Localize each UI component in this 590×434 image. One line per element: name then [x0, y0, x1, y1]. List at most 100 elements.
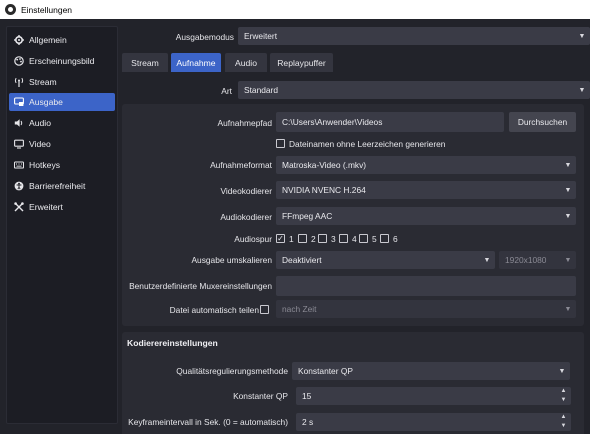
chevron-down-icon: ▼ — [558, 367, 566, 375]
audio-track-3-label: 3 — [331, 234, 336, 244]
tab-aufnahme[interactable]: Aufnahme — [171, 53, 221, 72]
chevron-down-icon[interactable]: ▼ — [561, 397, 567, 404]
sidebar-item-label: Audio — [29, 118, 51, 128]
sidebar-item-barrierefreiheit[interactable]: Barrierefreiheit — [9, 177, 115, 195]
muxer-settings-label: Benutzerdefinierte Muxereinstellungen — [129, 281, 272, 291]
recording-path-label: Aufnahmepfad — [217, 118, 272, 128]
rescale-resolution-value: 1920x1080 — [505, 255, 547, 265]
chevron-down-icon: ▼ — [564, 212, 572, 220]
audio-track-1-checkbox[interactable] — [276, 234, 285, 243]
type-value: Standard — [244, 85, 278, 95]
obs-logo-icon — [5, 4, 16, 15]
rate-control-value: Konstanter QP — [298, 366, 353, 376]
rescale-resolution-dropdown[interactable]: 1920x1080 ▼ — [499, 251, 576, 269]
sidebar-item-label: Ausgabe — [29, 97, 63, 107]
rescale-dropdown[interactable]: Deaktiviert ▼ — [276, 251, 495, 269]
chevron-down-icon: ▼ — [564, 186, 572, 194]
keyframe-interval-spinbox[interactable]: 2 s ▲ ▼ — [296, 413, 571, 431]
video-encoder-value: NVIDIA NVENC H.264 — [282, 185, 366, 195]
keyframe-interval-label: Keyframeintervall in Sek. (0 = automatis… — [128, 417, 288, 427]
autosplit-checkbox[interactable] — [260, 305, 269, 314]
rescale-label: Ausgabe umskalieren — [191, 255, 272, 265]
sidebar-item-audio[interactable]: Audio — [9, 114, 115, 132]
encoder-settings-title: Kodierereinstellungen — [127, 338, 218, 348]
chevron-down-icon: ▼ — [564, 256, 572, 264]
rate-control-dropdown[interactable]: Konstanter QP ▼ — [292, 362, 570, 380]
tab-stream[interactable]: Stream — [122, 53, 168, 72]
monitor-icon — [13, 139, 24, 150]
audio-track-1-label: 1 — [289, 234, 294, 244]
window-title: Einstellungen — [21, 4, 73, 15]
audio-encoder-value: FFmpeg AAC — [282, 211, 333, 221]
speaker-icon — [13, 118, 24, 129]
type-dropdown[interactable]: Standard ▼ — [238, 81, 590, 99]
sidebar-item-ausgabe[interactable]: Ausgabe — [9, 93, 115, 111]
type-label: Art — [221, 86, 232, 96]
sidebar-item-video[interactable]: Video — [9, 135, 115, 153]
muxer-settings-input[interactable] — [276, 276, 576, 296]
title-bar: Einstellungen — [0, 0, 590, 19]
video-encoder-dropdown[interactable]: NVIDIA NVENC H.264 ▼ — [276, 181, 576, 199]
settings-sidebar: Allgemein Erscheinungsbild Stream Ausgab… — [6, 26, 118, 424]
audio-encoder-label: Audiokodierer — [220, 212, 272, 222]
accessibility-icon — [13, 181, 24, 192]
keyboard-icon — [13, 160, 24, 171]
sidebar-item-label: Allgemein — [29, 35, 67, 45]
sidebar-item-label: Erweitert — [29, 202, 63, 212]
chevron-down-icon: ▼ — [483, 256, 491, 264]
tools-icon — [13, 202, 24, 213]
audio-track-5-label: 5 — [372, 234, 377, 244]
keyframe-interval-value: 2 s — [302, 417, 314, 427]
output-icon — [13, 97, 24, 108]
audio-encoder-dropdown[interactable]: FFmpeg AAC ▼ — [276, 207, 576, 225]
audio-track-2-checkbox[interactable] — [298, 234, 307, 243]
output-mode-label: Ausgabemodus — [175, 32, 234, 42]
rate-control-label: Qualitätsregulierungsmethode — [176, 366, 288, 376]
autosplit-mode-dropdown[interactable]: nach Zeit ▼ — [276, 300, 576, 318]
chevron-up-icon[interactable]: ▲ — [561, 388, 567, 395]
tab-replaypuffer[interactable]: Replaypuffer — [270, 53, 333, 72]
sidebar-item-label: Barrierefreiheit — [29, 181, 86, 191]
no-spaces-label: Dateinamen ohne Leerzeichen generieren — [289, 139, 446, 149]
tab-audio[interactable]: Audio — [225, 53, 267, 72]
recording-path-input[interactable]: C:\Users\Anwender\Videos — [276, 112, 504, 132]
cqp-spinbox[interactable]: 15 ▲ ▼ — [296, 387, 571, 405]
audio-track-6-label: 6 — [393, 234, 398, 244]
audio-track-2-label: 2 — [311, 234, 316, 244]
video-encoder-label: Videokodierer — [220, 186, 272, 196]
recording-format-value: Matroska-Video (.mkv) — [282, 160, 367, 170]
audio-track-4-checkbox[interactable] — [339, 234, 348, 243]
chevron-up-icon[interactable]: ▲ — [561, 414, 567, 421]
recording-format-label: Aufnahmeformat — [210, 160, 272, 170]
cqp-value: 15 — [302, 391, 312, 401]
gear-icon — [13, 35, 24, 46]
audio-track-4-label: 4 — [352, 234, 357, 244]
autosplit-label: Datei automatisch teilen — [169, 305, 259, 315]
browse-button[interactable]: Durchsuchen — [509, 112, 576, 132]
rescale-value: Deaktiviert — [282, 255, 322, 265]
chevron-down-icon: ▼ — [564, 161, 572, 169]
chevron-down-icon: ▼ — [578, 32, 586, 40]
sidebar-item-label: Stream — [29, 77, 57, 87]
audio-track-3-checkbox[interactable] — [318, 234, 327, 243]
sidebar-item-label: Hotkeys — [29, 160, 61, 170]
cqp-label: Konstanter QP — [233, 391, 288, 401]
chevron-down-icon: ▼ — [578, 86, 586, 94]
chevron-down-icon: ▼ — [564, 305, 572, 313]
audio-track-label: Audiospur — [234, 234, 272, 244]
sidebar-item-erweitert[interactable]: Erweitert — [9, 198, 115, 216]
sidebar-item-allgemein[interactable]: Allgemein — [9, 31, 115, 49]
palette-icon — [13, 56, 24, 67]
audio-track-6-checkbox[interactable] — [380, 234, 389, 243]
chevron-down-icon[interactable]: ▼ — [561, 423, 567, 430]
output-mode-value: Erweitert — [244, 31, 278, 41]
recording-format-dropdown[interactable]: Matroska-Video (.mkv) ▼ — [276, 156, 576, 174]
sidebar-item-erscheinungsbild[interactable]: Erscheinungsbild — [9, 52, 115, 70]
output-mode-dropdown[interactable]: Erweitert ▼ — [238, 27, 590, 45]
spin-buttons: ▲ ▼ — [558, 414, 569, 430]
audio-track-5-checkbox[interactable] — [359, 234, 368, 243]
spin-buttons: ▲ ▼ — [558, 388, 569, 404]
no-spaces-checkbox[interactable] — [276, 139, 285, 148]
sidebar-item-stream[interactable]: Stream — [9, 73, 115, 91]
sidebar-item-hotkeys[interactable]: Hotkeys — [9, 156, 115, 174]
